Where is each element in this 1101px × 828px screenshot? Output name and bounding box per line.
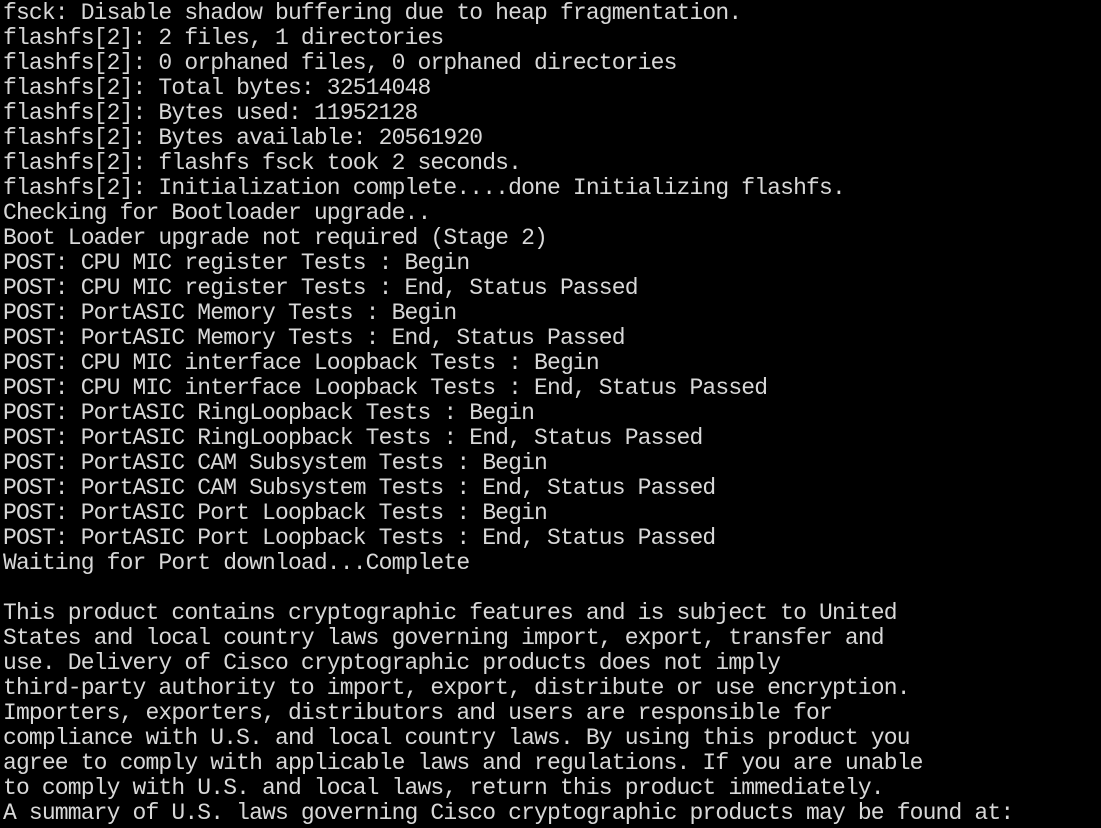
terminal-line: flashfs[2]: Bytes available: 20561920 — [3, 125, 483, 151]
terminal-line: flashfs[2]: Total bytes: 32514048 — [3, 75, 431, 101]
terminal-line: This product contains cryptographic feat… — [3, 600, 898, 626]
terminal-line: compliance with U.S. and local country l… — [3, 725, 911, 751]
terminal-line: Boot Loader upgrade not required (Stage … — [3, 225, 548, 251]
terminal-line: Checking for Bootloader upgrade.. — [3, 200, 431, 226]
terminal-line: POST: PortASIC RingLoopback Tests : End,… — [3, 425, 703, 451]
terminal-line: POST: PortASIC Memory Tests : Begin — [3, 300, 457, 326]
terminal-line: to comply with U.S. and local laws, retu… — [3, 775, 885, 801]
terminal-line: POST: CPU MIC register Tests : End, Stat… — [3, 275, 639, 301]
terminal-line: flashfs[2]: 0 orphaned files, 0 orphaned… — [3, 50, 677, 76]
terminal-line: flashfs[2]: 2 files, 1 directories — [3, 25, 444, 51]
terminal-line: POST: CPU MIC interface Loopback Tests :… — [3, 350, 600, 376]
terminal-line: POST: CPU MIC register Tests : Begin — [3, 250, 470, 276]
terminal-line: POST: PortASIC Memory Tests : End, Statu… — [3, 325, 626, 351]
terminal-line: POST: PortASIC Port Loopback Tests : Beg… — [3, 500, 548, 526]
terminal-line: agree to comply with applicable laws and… — [3, 750, 923, 776]
terminal-line: fsck: Disable shadow buffering due to he… — [3, 0, 742, 26]
terminal-line: third-party authority to import, export,… — [3, 675, 911, 701]
terminal-line: States and local country laws governing … — [3, 625, 885, 651]
terminal-line: POST: PortASIC Port Loopback Tests : End… — [3, 525, 716, 551]
terminal-window[interactable]: fsck: Disable shadow buffering due to he… — [0, 0, 1101, 828]
terminal-line: POST: CPU MIC interface Loopback Tests :… — [3, 375, 768, 401]
terminal-line: Importers, exporters, distributors and u… — [3, 700, 833, 726]
terminal-line: flashfs[2]: flashfs fsck took 2 seconds. — [3, 150, 522, 176]
terminal-line: flashfs[2]: Initialization complete....d… — [3, 175, 846, 201]
terminal-line: use. Delivery of Cisco cryptographic pro… — [3, 650, 781, 676]
terminal-line: Waiting for Port download...Complete — [3, 550, 470, 576]
terminal-line: POST: PortASIC RingLoopback Tests : Begi… — [3, 400, 535, 426]
terminal-line: POST: PortASIC CAM Subsystem Tests : Beg… — [3, 450, 548, 476]
terminal-line: A summary of U.S. laws governing Cisco c… — [3, 800, 1014, 826]
terminal-line: flashfs[2]: Bytes used: 11952128 — [3, 100, 418, 126]
terminal-line: POST: PortASIC CAM Subsystem Tests : End… — [3, 475, 716, 501]
